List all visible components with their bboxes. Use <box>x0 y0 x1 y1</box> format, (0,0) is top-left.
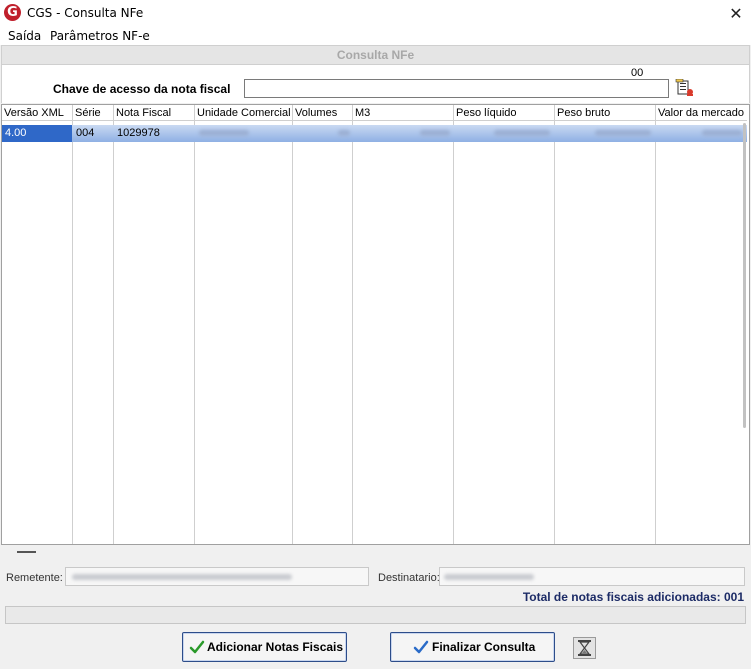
access-key-input[interactable] <box>244 79 669 98</box>
column-header-peso-bruto[interactable]: Peso bruto <box>555 105 656 121</box>
total-notes-count: Total de notas fiscais adicionadas: 001 <box>522 590 744 604</box>
column-divider <box>113 121 114 544</box>
column-header-versao[interactable]: Versão XML <box>2 105 73 121</box>
app-logo-icon: G <box>4 4 21 21</box>
access-key-count: 00 <box>631 67 644 79</box>
cell-versao: 4.00 <box>2 125 72 142</box>
section-header: Consulta NFe <box>1 45 750 65</box>
column-divider <box>292 121 293 544</box>
menu-item-parametros-nfe[interactable]: Parâmetros NF-e <box>50 29 150 43</box>
vertical-scrollbar[interactable] <box>743 123 746 428</box>
close-button[interactable]: ✕ <box>721 0 751 27</box>
finish-query-label: Finalizar Consulta <box>432 640 536 654</box>
destinatario-label: Destinatario: <box>378 572 440 584</box>
cell-serie: 004 <box>76 127 95 139</box>
access-key-label: Chave de acesso da nota fiscal <box>53 82 231 96</box>
menu-item-saida-label: Saída <box>8 29 42 43</box>
redacted-cell <box>420 130 450 136</box>
menu-item-parametros-label: Parâmetros NF-e <box>50 29 150 43</box>
checkmark-icon <box>189 640 205 654</box>
column-divider <box>194 121 195 544</box>
column-header-serie[interactable]: Série <box>73 105 114 121</box>
hourglass-button[interactable] <box>573 637 596 659</box>
redacted-cell <box>494 130 550 136</box>
invoice-grid[interactable]: Versão XML Série Nota Fiscal Unidade Com… <box>1 104 750 545</box>
hourglass-icon <box>578 640 591 656</box>
document-search-button[interactable] <box>675 78 695 97</box>
redacted-cell <box>702 130 742 136</box>
column-header-volumes[interactable]: Volumes <box>293 105 353 121</box>
remetente-field <box>65 567 369 586</box>
column-header-unidade-comercial[interactable]: Unidade Comercial <box>195 105 293 121</box>
document-search-icon <box>675 78 693 96</box>
menu-item-saida[interactable]: Saída <box>8 29 41 43</box>
redacted-cell <box>199 130 249 136</box>
column-header-m3[interactable]: M3 <box>353 105 454 121</box>
add-invoices-label: Adicionar Notas Fiscais <box>207 640 344 654</box>
column-header-valor[interactable]: Valor da mercado <box>656 105 747 121</box>
menu-bar: Saída Parâmetros NF-e <box>0 27 751 45</box>
column-divider <box>655 121 656 544</box>
checkmark-icon <box>413 640 429 654</box>
column-divider <box>352 121 353 544</box>
destinatario-field <box>439 567 745 586</box>
finish-query-button[interactable]: Finalizar Consulta <box>390 632 555 662</box>
column-divider <box>453 121 454 544</box>
redacted-text <box>72 574 292 580</box>
remetente-label: Remetente: <box>6 572 63 584</box>
column-divider <box>72 121 73 544</box>
add-invoices-button[interactable]: Adicionar Notas Fiscais <box>182 632 347 662</box>
grid-header: Versão XML Série Nota Fiscal Unidade Com… <box>2 105 747 121</box>
horizontal-scrollbar[interactable] <box>17 551 36 553</box>
window-title: CGS - Consulta NFe <box>27 6 144 20</box>
title-bar: G CGS - Consulta NFe ✕ <box>0 0 751 27</box>
column-header-nota-fiscal[interactable]: Nota Fiscal <box>114 105 195 121</box>
progress-bar <box>5 606 746 624</box>
redacted-cell <box>338 130 350 136</box>
redacted-text <box>444 574 534 580</box>
column-divider <box>554 121 555 544</box>
column-header-peso-liquido[interactable]: Peso líquido <box>454 105 555 121</box>
cell-nota-fiscal: 1029978 <box>117 127 160 139</box>
redacted-cell <box>595 130 651 136</box>
